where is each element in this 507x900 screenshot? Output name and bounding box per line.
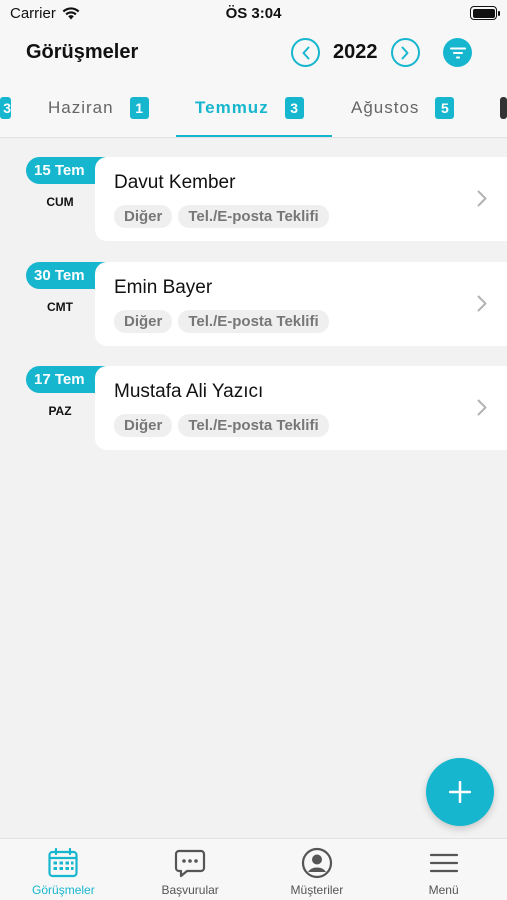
tab-label: Temmuz [195, 98, 269, 117]
header: Görüşmeler 2022 [0, 28, 507, 78]
type-tag: Tel./E-posta Teklifi [178, 414, 329, 437]
weekday-label: CUM [46, 195, 74, 209]
chevron-right-icon [477, 399, 487, 416]
tab-count-badge: 1 [129, 97, 149, 119]
weekday-label: PAZ [48, 404, 72, 418]
tab-bar-label: Müşteriler [290, 883, 344, 897]
next-month-tab-edge[interactable] [500, 97, 507, 119]
category-tag: Diğer [114, 205, 173, 228]
filter-icon [449, 47, 466, 58]
chevron-right-icon [477, 190, 487, 207]
tab-haziran[interactable]: Haziran 1 [48, 78, 149, 137]
meeting-card[interactable]: Mustafa Ali Yazıcı Diğer Tel./E-posta Te… [95, 366, 507, 450]
tab-count-badge: 5 [435, 97, 455, 119]
bottom-tab-bar: Görüşmeler Başvurular Müşteriler Menü [0, 838, 507, 900]
filter-button[interactable] [443, 38, 472, 67]
status-bar: Carrier ÖS 3:04 [0, 0, 507, 28]
customer-name: Mustafa Ali Yazıcı [114, 381, 264, 402]
chat-bubble-icon [173, 846, 207, 880]
meeting-list-item[interactable]: 30 Tem CMT Emin Bayer Diğer Tel./E-posta… [0, 262, 507, 346]
battery-icon [470, 6, 500, 20]
tab-bar-label: Başvurular [161, 883, 219, 897]
tab-label: Haziran [48, 98, 114, 117]
type-tag: Tel./E-posta Teklifi [178, 205, 329, 228]
meeting-list-item[interactable]: 17 Tem PAZ Mustafa Ali Yazıcı Diğer Tel.… [0, 366, 507, 450]
tab-bar-item-musteriler[interactable]: Müşteriler [254, 839, 381, 900]
tab-label: Ağustos [351, 98, 420, 117]
previous-year-button[interactable] [291, 38, 320, 67]
tag-list: Diğer Tel./E-posta Teklifi [114, 310, 329, 333]
type-tag: Tel./E-posta Teklifi [178, 310, 329, 333]
plus-icon [449, 781, 471, 803]
tab-bar-label: Görüşmeler [32, 883, 95, 897]
active-tab-indicator [176, 135, 332, 137]
chevron-right-icon [477, 295, 487, 312]
meeting-card[interactable]: Davut Kember Diğer Tel./E-posta Teklifi [95, 157, 507, 241]
customer-name: Davut Kember [114, 172, 236, 193]
tag-list: Diğer Tel./E-posta Teklifi [114, 414, 329, 437]
chevron-left-icon [302, 46, 309, 59]
tab-bar-item-basvurular[interactable]: Başvurular [127, 839, 254, 900]
year-navigator: 2022 [291, 38, 420, 67]
user-circle-icon [300, 846, 334, 880]
date-tag: 30 Tem [26, 262, 106, 289]
calendar-icon [46, 846, 80, 880]
meeting-card[interactable]: Emin Bayer Diğer Tel./E-posta Teklifi [95, 262, 507, 346]
previous-month-count-badge[interactable]: 3 [0, 97, 11, 119]
tag-list: Diğer Tel./E-posta Teklifi [114, 205, 329, 228]
customer-name: Emin Bayer [114, 277, 213, 298]
weekday-label: CMT [47, 300, 73, 314]
hamburger-menu-icon [427, 846, 461, 880]
category-tag: Diğer [114, 414, 173, 437]
page-title: Görüşmeler [26, 41, 139, 63]
tab-agustos[interactable]: Ağustos 5 [351, 78, 455, 137]
status-time: ÖS 3:04 [225, 5, 282, 22]
date-tag: 17 Tem [26, 366, 106, 393]
chevron-right-icon [401, 46, 409, 59]
year-label: 2022 [333, 41, 378, 63]
next-year-button[interactable] [390, 38, 420, 67]
tab-temmuz[interactable]: Temmuz 3 [195, 78, 304, 137]
category-tag: Diğer [114, 310, 173, 333]
tab-bar-item-menu[interactable]: Menü [380, 839, 507, 900]
month-tabs: 3 Haziran 1 Temmuz 3 Ağustos 5 [0, 78, 507, 138]
tab-bar-item-gorusmeler[interactable]: Görüşmeler [0, 839, 127, 900]
add-meeting-button[interactable] [426, 758, 494, 826]
meeting-list-item[interactable]: 15 Tem CUM Davut Kember Diğer Tel./E-pos… [0, 157, 507, 241]
date-tag: 15 Tem [26, 157, 106, 184]
tab-count-badge: 3 [284, 97, 304, 119]
tab-bar-label: Menü [428, 883, 459, 897]
